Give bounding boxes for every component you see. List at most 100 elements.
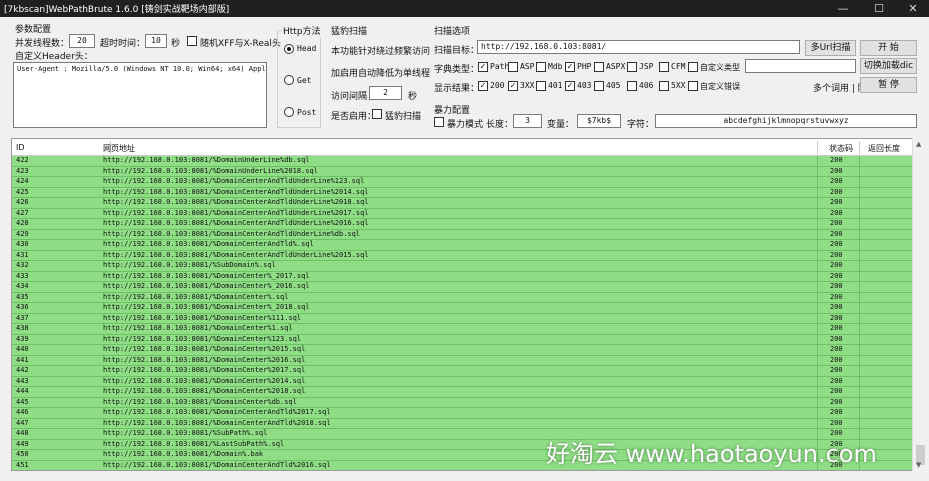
table-row[interactable]: 423 http://192.168.0.103:8081/%DomainUnde…	[12, 166, 916, 177]
status-filter-label: 3XX	[520, 81, 535, 90]
table-row[interactable]: 435 http://192.168.0.103:8081/%DomainCent…	[12, 292, 916, 303]
method-head-radio[interactable]	[284, 44, 294, 54]
table-row[interactable]: 422 http://192.168.0.103:8081/%DomainUnde…	[12, 156, 916, 167]
scroll-down-icon[interactable]: ▼	[916, 461, 921, 469]
close-button[interactable]: ✕	[900, 0, 926, 17]
results-table[interactable]: ID 网页地址 状态码 返回长度 422 http://192.168.0.103…	[11, 138, 917, 471]
custom-header-label: 自定义Header头：	[15, 52, 93, 62]
maximize-button[interactable]: ☐	[866, 0, 892, 17]
switch-dict-button[interactable]: 切换加载dic	[860, 58, 917, 74]
chars-input[interactable]: abcdefghijklmnopqrstuvwxyz	[655, 114, 917, 128]
status-filter-checkbox[interactable]	[688, 81, 698, 91]
table-row[interactable]: 437 http://192.168.0.103:8081/%DomainCent…	[12, 313, 916, 324]
dict-type-checkbox[interactable]	[627, 62, 637, 72]
table-row[interactable]: 446 http://192.168.0.103:8081/%DomainCent…	[12, 408, 916, 419]
table-row[interactable]: 440 http://192.168.0.103:8081/%DomainCent…	[12, 345, 916, 356]
table-row[interactable]: 434 http://192.168.0.103:8081/%DomainCent…	[12, 282, 916, 293]
cell-url: http://192.168.0.103:8081/%DomainCenter%…	[103, 271, 310, 280]
status-filter-checkbox[interactable]	[627, 81, 637, 91]
status-filter-checkbox[interactable]	[659, 81, 669, 91]
multi-url-button[interactable]: 多Url扫描	[805, 40, 856, 56]
table-row[interactable]: 447 http://192.168.0.103:8081/%DomainCent…	[12, 418, 916, 429]
cell-url: http://192.168.0.103:8081/%DomainCenter%…	[103, 397, 297, 406]
cell-url: http://192.168.0.103:8081/%SubPath%.sql	[103, 429, 268, 437]
cell-status: 200	[830, 313, 843, 322]
cell-status: 200	[830, 208, 843, 217]
table-row[interactable]: 436 http://192.168.0.103:8081/%DomainCent…	[12, 303, 916, 314]
table-row[interactable]: 428 http://192.168.0.103:8081/%DomainCent…	[12, 219, 916, 230]
interval-input[interactable]: 2	[369, 86, 402, 100]
cell-status: 200	[830, 292, 843, 301]
var-input[interactable]: $7kb$	[577, 114, 621, 128]
custom-type-input[interactable]	[745, 59, 856, 73]
status-filter-label: 403	[577, 81, 592, 90]
cell-id: 429	[16, 229, 29, 238]
table-row[interactable]: 443 http://192.168.0.103:8081/%DomainCent…	[12, 376, 916, 387]
table-row[interactable]: 426 http://192.168.0.103:8081/%DomainCent…	[12, 198, 916, 209]
dict-type-checkbox[interactable]	[659, 62, 669, 72]
cell-status: 200	[830, 303, 843, 311]
cell-status: 200	[830, 156, 843, 164]
timeout-label: 超时时间：	[100, 39, 146, 49]
status-filter-checkbox[interactable]: ✓	[565, 81, 575, 91]
random-xff-checkbox[interactable]	[187, 36, 197, 46]
cell-id: 428	[16, 219, 29, 227]
dict-type-checkbox[interactable]	[594, 62, 604, 72]
threads-input[interactable]: 20	[69, 34, 95, 48]
table-row[interactable]: 441 http://192.168.0.103:8081/%DomainCent…	[12, 355, 916, 366]
table-row[interactable]: 430 http://192.168.0.103:8081/%DomainCent…	[12, 240, 916, 251]
status-filter-checkbox[interactable]	[536, 81, 546, 91]
method-get-radio[interactable]	[284, 75, 294, 85]
col-length[interactable]: 返回长度	[868, 143, 900, 154]
table-row[interactable]: 442 http://192.168.0.103:8081/%DomainCent…	[12, 366, 916, 377]
table-row[interactable]: 427 http://192.168.0.103:8081/%DomainCent…	[12, 208, 916, 219]
method-post-radio[interactable]	[284, 107, 294, 117]
timeout-input[interactable]: 10	[145, 34, 167, 48]
dict-type-checkbox[interactable]: ✓	[478, 62, 488, 72]
table-row[interactable]: 439 http://192.168.0.103:8081/%DomainCent…	[12, 334, 916, 345]
smart-scan-checkbox-label: 猛豹扫描	[385, 112, 422, 122]
cell-url: http://192.168.0.103:8081/%DomainCenter%…	[103, 345, 306, 353]
cell-url: http://192.168.0.103:8081/%DomainCenterA…	[103, 229, 361, 238]
cell-id: 426	[16, 198, 29, 206]
table-row[interactable]: 444 http://192.168.0.103:8081/%DomainCent…	[12, 387, 916, 398]
show-result-label: 显示结果：	[434, 84, 480, 94]
cell-status: 200	[830, 282, 843, 290]
cell-url: http://192.168.0.103:8081/%DomainCenterA…	[103, 240, 314, 248]
table-row[interactable]: 424 http://192.168.0.103:8081/%DomainCent…	[12, 177, 916, 188]
vertical-scrollbar[interactable]: ▲ ▼	[912, 138, 928, 471]
cell-url: http://192.168.0.103:8081/%DomainCenterA…	[103, 198, 369, 206]
status-filter-checkbox[interactable]	[594, 81, 604, 91]
status-filter-checkbox[interactable]: ✓	[508, 81, 518, 91]
cell-id: 427	[16, 208, 29, 217]
table-row[interactable]: 433 http://192.168.0.103:8081/%DomainCent…	[12, 271, 916, 282]
target-input[interactable]: http://192.168.0.103:8081/	[477, 40, 800, 54]
table-row[interactable]: 438 http://192.168.0.103:8081/%DomainCent…	[12, 324, 916, 335]
col-url[interactable]: 网页地址	[103, 143, 135, 154]
col-id[interactable]: ID	[16, 143, 25, 152]
length-input[interactable]: 3	[513, 114, 542, 128]
scroll-up-icon[interactable]: ▲	[916, 140, 921, 148]
dict-type-checkbox[interactable]: ✓	[565, 62, 575, 72]
dict-type-checkbox[interactable]	[536, 62, 546, 72]
table-row[interactable]: 431 http://192.168.0.103:8081/%DomainCent…	[12, 250, 916, 261]
table-row[interactable]: 432 http://192.168.0.103:8081/%SubDomain%…	[12, 261, 916, 272]
brute-group-title: 暴力配置	[434, 106, 471, 116]
smart-scan-desc-2: 加启用自动降低为单线程	[331, 69, 431, 79]
table-row[interactable]: 445 http://192.168.0.103:8081/%DomainCent…	[12, 397, 916, 408]
header-textarea[interactable]: User-Agent : Mozilla/5.0 (Windows NT 10.…	[13, 62, 267, 128]
start-button[interactable]: 开 始	[860, 40, 917, 56]
pause-button[interactable]: 暂 停	[860, 77, 917, 93]
brute-mode-checkbox[interactable]	[434, 117, 444, 127]
table-row[interactable]: 425 http://192.168.0.103:8081/%DomainCent…	[12, 187, 916, 198]
col-status[interactable]: 状态码	[829, 143, 853, 154]
status-filter-checkbox[interactable]: ✓	[478, 81, 488, 91]
smart-scan-checkbox[interactable]	[372, 109, 382, 119]
minimize-button[interactable]: —	[830, 0, 856, 17]
table-row[interactable]: 429 http://192.168.0.103:8081/%DomainCent…	[12, 229, 916, 240]
cell-url: http://192.168.0.103:8081/%DomainCenter%…	[103, 376, 306, 385]
dict-type-checkbox[interactable]	[508, 62, 518, 72]
cell-url: http://192.168.0.103:8081/%DomainCenterA…	[103, 418, 331, 427]
threads-label: 并发线程数：	[15, 39, 70, 49]
dict-type-checkbox[interactable]	[688, 62, 698, 72]
